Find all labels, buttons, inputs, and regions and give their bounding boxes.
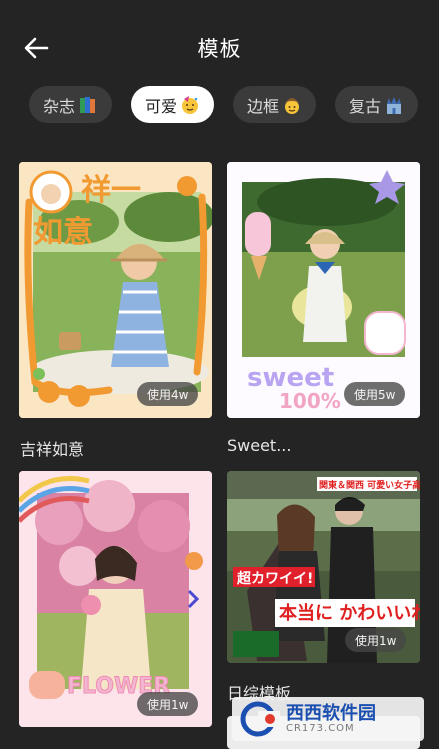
castle-emoji-icon xyxy=(384,95,404,115)
page-title: 模板 xyxy=(197,37,242,61)
usage-badge: 使用1w xyxy=(345,628,407,652)
site-watermark: 西西软件园 CR173.COM xyxy=(232,697,424,741)
card-caption: 吉祥如意 xyxy=(20,440,85,459)
svg-text:超カワイイ!: 超カワイイ! xyxy=(236,570,313,587)
watermark-url: CR173.COM xyxy=(286,723,355,735)
tab-label: 可爱 xyxy=(145,96,178,116)
usage-badge: 使用4w xyxy=(137,382,199,406)
tab-retro[interactable]: 复古 xyxy=(335,86,419,123)
watermark-title: 西西软件园 xyxy=(286,702,376,724)
svg-text:本当に かわいいね!: 本当に かわいいね! xyxy=(279,602,420,624)
usage-badge: 使用1w xyxy=(137,692,199,716)
template-card-japanese-variety[interactable]: 関東＆関西 可愛い女子高生 超カワイイ! 本当に かわいいね! 使用1w xyxy=(227,471,420,663)
party-face-emoji-icon xyxy=(180,95,200,115)
category-tabs: 杂志 可爱 边框 复古 xyxy=(29,86,419,124)
tab-cute[interactable]: 可爱 xyxy=(131,86,215,123)
tab-label: 杂志 xyxy=(43,96,76,116)
template-card-jixiang[interactable]: 祥一 如意 使用4w xyxy=(19,162,212,418)
usage-badge: 使用5w xyxy=(344,382,406,406)
template-preview-image: 祥一 如意 xyxy=(19,162,212,418)
cowboy-face-emoji-icon xyxy=(282,95,302,115)
tab-label: 边框 xyxy=(247,96,280,116)
svg-text:如意: 如意 xyxy=(33,215,93,250)
tab-border[interactable]: 边框 xyxy=(233,86,317,123)
svg-text:100%: 100% xyxy=(279,389,341,413)
svg-text:祥一: 祥一 xyxy=(81,173,141,208)
template-card-flower[interactable]: FLOWER 使用1w xyxy=(19,471,212,727)
books-emoji-icon xyxy=(78,95,98,115)
template-card-sweet[interactable]: sweet 100% 使用5w xyxy=(227,162,420,418)
app-header: 模板 xyxy=(0,0,439,96)
card-caption: Sweet... xyxy=(227,436,292,455)
watermark-logo-icon xyxy=(240,701,280,737)
template-preview-image: sweet 100% xyxy=(227,162,420,418)
tab-label: 复古 xyxy=(349,96,382,116)
svg-text:関東＆関西 可愛い女子高生: 関東＆関西 可愛い女子高生 xyxy=(319,479,420,491)
tab-magazine[interactable]: 杂志 xyxy=(29,86,113,123)
template-preview-image: FLOWER xyxy=(19,471,212,727)
